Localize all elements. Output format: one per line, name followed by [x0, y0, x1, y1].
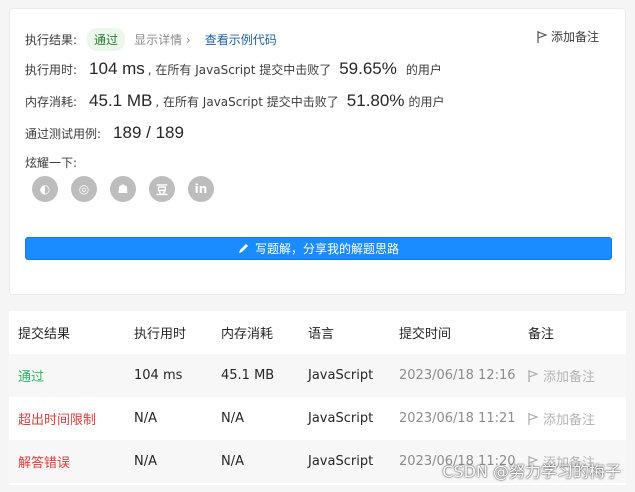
- memory-text: , 在所有 JavaScript 提交中击败了: [155, 95, 339, 109]
- memory-text-tail: 的用户: [408, 95, 445, 109]
- add-note-label: 添加备注: [543, 413, 596, 428]
- show-details-link[interactable]: 显示详情 ›: [134, 31, 191, 48]
- pencil-icon: [238, 244, 248, 253]
- flag-icon: [528, 369, 538, 382]
- header-note: 备注: [528, 327, 555, 342]
- submission-language: JavaScript: [308, 454, 374, 469]
- submission-time: 2023/06/18 12:16: [399, 368, 516, 383]
- submission-status-link[interactable]: 解答错误: [18, 452, 70, 471]
- weibo-icon[interactable]: ◎: [71, 176, 97, 202]
- write-solution-label: 写题解，分享我的解题思路: [254, 242, 399, 256]
- share-row: 炫耀一下:: [25, 154, 77, 171]
- memory-label: 内存消耗:: [25, 95, 78, 109]
- submission-memory: 45.1 MB: [221, 368, 275, 383]
- submission-time: 2023/06/18 11:21: [399, 411, 516, 426]
- submission-memory: N/A: [221, 454, 244, 469]
- submission-language: JavaScript: [308, 368, 374, 383]
- header-status: 提交结果: [18, 327, 71, 342]
- runtime-label: 执行用时:: [25, 63, 78, 77]
- header-language: 语言: [308, 327, 335, 342]
- header-memory: 内存消耗: [221, 327, 274, 342]
- linkedin-icon[interactable]: in: [188, 176, 214, 202]
- memory-value: 45.1 MB: [89, 91, 153, 110]
- memory-percent: 51.80%: [346, 91, 405, 110]
- tests-label: 通过测试用例:: [25, 127, 102, 141]
- douban-icon[interactable]: 豆: [149, 176, 175, 202]
- submission-language: JavaScript: [308, 411, 374, 426]
- result-card: 执行结果: 通过 显示详情 › 查看示例代码 添加备注 执行用时: 104 ms…: [9, 8, 626, 295]
- csdn-watermark: CSDN @努力学习的梅子: [442, 462, 621, 481]
- header-time: 提交时间: [399, 327, 452, 342]
- share-label: 炫耀一下:: [25, 156, 78, 170]
- runtime-text: , 在所有 JavaScript 提交中击败了: [147, 63, 332, 77]
- wechat-icon[interactable]: ◐: [32, 176, 58, 202]
- submission-runtime: N/A: [134, 454, 157, 469]
- flag-icon: [528, 412, 538, 425]
- table-header: 提交结果 执行用时 内存消耗 语言 提交时间 备注: [9, 311, 626, 354]
- add-note-button[interactable]: 添加备注: [537, 28, 599, 45]
- submission-memory: N/A: [221, 411, 244, 426]
- runtime-percent: 59.65%: [339, 59, 397, 78]
- flag-icon: [537, 30, 547, 43]
- submission-runtime: N/A: [134, 411, 157, 426]
- table-row[interactable]: 通过 104 ms 45.1 MB JavaScript 2023/06/18 …: [9, 354, 626, 397]
- tests-row: 通过测试用例: 189 / 189: [25, 123, 184, 143]
- write-solution-button[interactable]: 写题解，分享我的解题思路: [25, 237, 612, 260]
- runtime-value: 104 ms: [89, 59, 145, 78]
- add-note-label: 添加备注: [550, 30, 599, 44]
- runtime-text-tail: 的用户: [405, 63, 442, 77]
- submission-add-note-button[interactable]: 添加备注: [528, 366, 595, 385]
- submission-status-link[interactable]: 超出时间限制: [18, 409, 96, 428]
- qq-icon[interactable]: ☗: [110, 176, 136, 202]
- memory-row: 内存消耗: 45.1 MB , 在所有 JavaScript 提交中击败了 51…: [25, 91, 444, 111]
- submission-status-link[interactable]: 通过: [18, 366, 44, 385]
- submission-runtime: 104 ms: [134, 368, 183, 383]
- add-note-label: 添加备注: [543, 370, 596, 385]
- submission-add-note-button[interactable]: 添加备注: [528, 409, 595, 428]
- result-label: 执行结果:: [25, 33, 78, 47]
- view-sample-code-link[interactable]: 查看示例代码: [205, 31, 277, 48]
- runtime-row: 执行用时: 104 ms , 在所有 JavaScript 提交中击败了 59.…: [25, 59, 442, 79]
- table-row[interactable]: 超出时间限制 N/A N/A JavaScript 2023/06/18 11:…: [9, 397, 626, 440]
- result-status-badge: 通过: [87, 28, 126, 51]
- social-share-list: ◐ ◎ ☗ 豆 in: [32, 176, 214, 202]
- header-runtime: 执行用时: [134, 327, 187, 342]
- result-row: 执行结果: 通过 显示详情 › 查看示例代码: [25, 28, 277, 51]
- tests-value: 189 / 189: [113, 123, 184, 142]
